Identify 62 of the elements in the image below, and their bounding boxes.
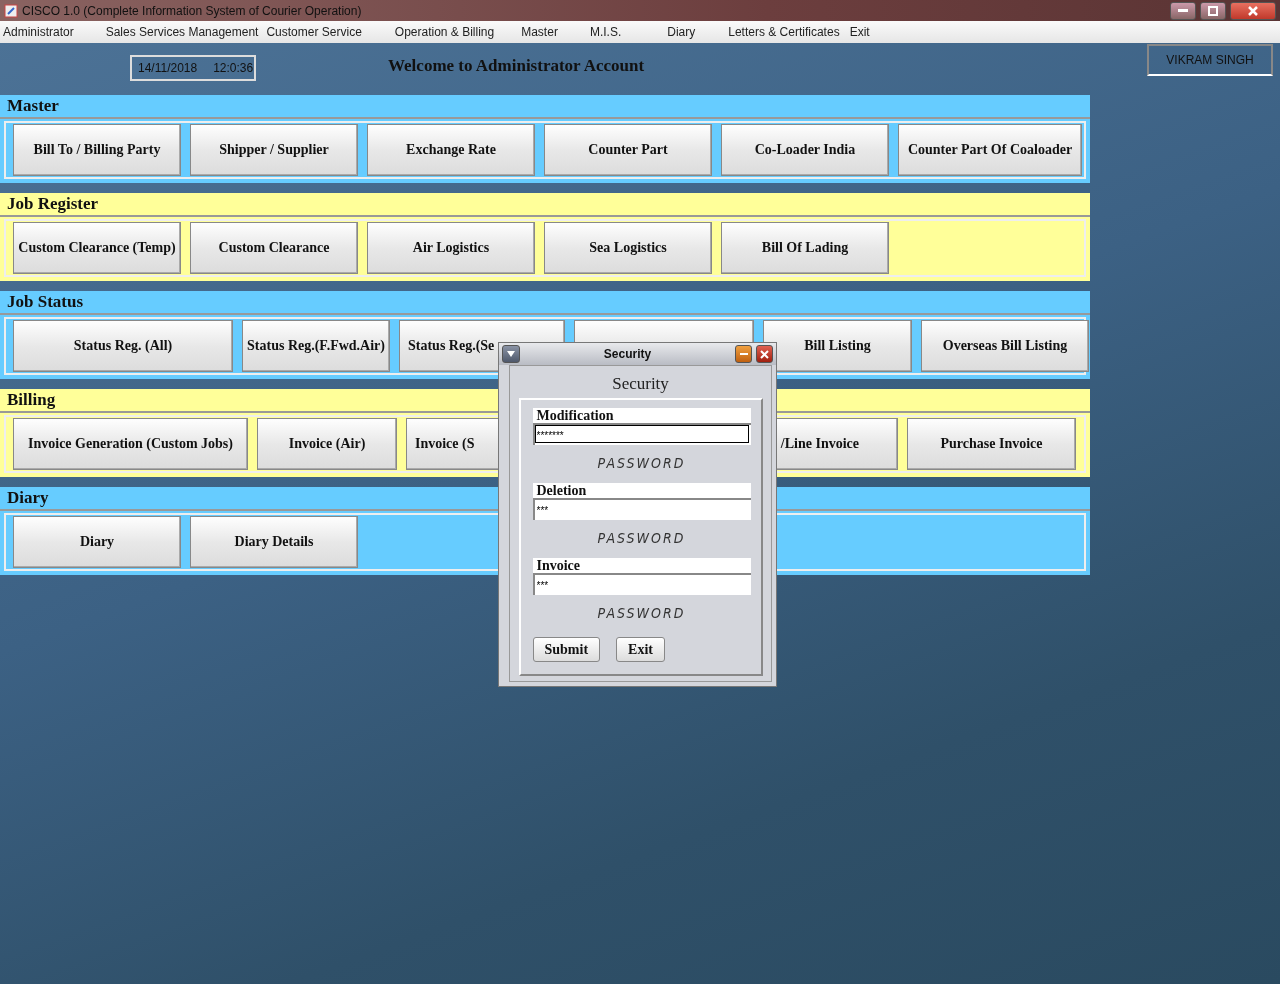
close-button[interactable] — [1230, 1, 1276, 20]
dialog-button[interactable]: Submit — [532, 637, 601, 662]
module-button[interactable]: Diary Details — [190, 516, 358, 568]
menu-item[interactable]: Diary — [667, 25, 696, 39]
minimize-icon — [739, 352, 748, 356]
field-label: Modification — [532, 408, 751, 423]
module-button[interactable]: Overseas Bill Listing — [921, 320, 1089, 372]
triangle-down-icon — [507, 351, 515, 357]
module-button[interactable]: Co-Loader India — [721, 124, 889, 176]
dialog-menu-button[interactable] — [502, 345, 520, 363]
dialog-title: Security — [602, 347, 653, 361]
menu-item[interactable]: Exit — [849, 25, 870, 39]
menu-item[interactable]: Sales Services Management — [105, 25, 259, 39]
menu-item[interactable]: M.I.S. — [589, 25, 622, 39]
module-button[interactable]: Custom Clearance — [190, 222, 358, 274]
menu-item[interactable]: Letters & Certificates — [728, 25, 840, 39]
menu-item[interactable]: Operation & Billing — [394, 25, 495, 39]
welcome-heading: Welcome to Administrator Account — [388, 56, 645, 76]
password-caption: PASSWORD — [596, 605, 687, 621]
dialog-minimize-button[interactable] — [735, 345, 752, 363]
module-button[interactable]: Sea Logistics — [544, 222, 712, 274]
module-button[interactable]: Counter Part Of Coaloader — [898, 124, 1082, 176]
module-button[interactable]: Status Reg.(F.Fwd.Air) — [242, 320, 390, 372]
module-button[interactable]: Shipper / Supplier — [190, 124, 358, 176]
field-label: Deletion — [532, 483, 751, 498]
module-button[interactable]: Air Logistics — [367, 222, 535, 274]
password-field[interactable]: ******* — [532, 423, 751, 445]
window-title: CISCO 1.0 (Complete Information System of Courier Operation) — [22, 3, 363, 18]
menu-item[interactable]: Master — [521, 25, 558, 39]
maximize-button[interactable] — [1200, 1, 1226, 20]
maximize-icon — [1208, 5, 1218, 16]
module-button[interactable]: Invoice (Air) — [257, 418, 397, 470]
close-icon — [760, 349, 769, 359]
minimize-button[interactable] — [1170, 1, 1196, 20]
section-title: Master — [0, 95, 1090, 119]
password-field[interactable]: *** — [532, 573, 751, 595]
user-name-box: VIKRAM SINGH — [1147, 44, 1273, 76]
app-icon — [4, 3, 18, 18]
section-title: Job Register — [0, 193, 1090, 217]
module-button[interactable]: Counter Part — [544, 124, 712, 176]
module-button[interactable]: Custom Clearance (Temp) — [13, 222, 181, 274]
module-button[interactable]: Purchase Invoice — [907, 418, 1076, 470]
time-text: 12:0:36 — [213, 61, 254, 75]
minimize-icon — [1178, 8, 1188, 13]
date-text: 14/11/2018 — [138, 61, 198, 75]
password-field[interactable]: *** — [532, 498, 751, 520]
section-title: Job Status — [0, 291, 1090, 315]
close-icon — [1247, 4, 1259, 17]
module-button[interactable]: Exchange Rate — [367, 124, 535, 176]
module-button[interactable]: Bill Of Lading — [721, 222, 889, 274]
password-caption: PASSWORD — [596, 530, 687, 546]
module-button[interactable]: Bill Listing — [763, 320, 912, 372]
module-button[interactable]: Invoice Generation (Custom Jobs) — [13, 418, 248, 470]
password-caption: PASSWORD — [596, 455, 687, 471]
menu-item[interactable]: Customer Service — [266, 25, 362, 39]
menu-item[interactable]: Administrator — [3, 25, 74, 39]
field-label: Invoice — [532, 558, 751, 573]
module-button[interactable]: Status Reg. (All) — [13, 320, 233, 372]
dialog-button[interactable]: Exit — [616, 637, 665, 662]
dialog-close-button[interactable] — [756, 345, 773, 363]
module-button[interactable]: Diary — [13, 516, 181, 568]
module-button[interactable]: Bill To / Billing Party — [13, 124, 181, 176]
